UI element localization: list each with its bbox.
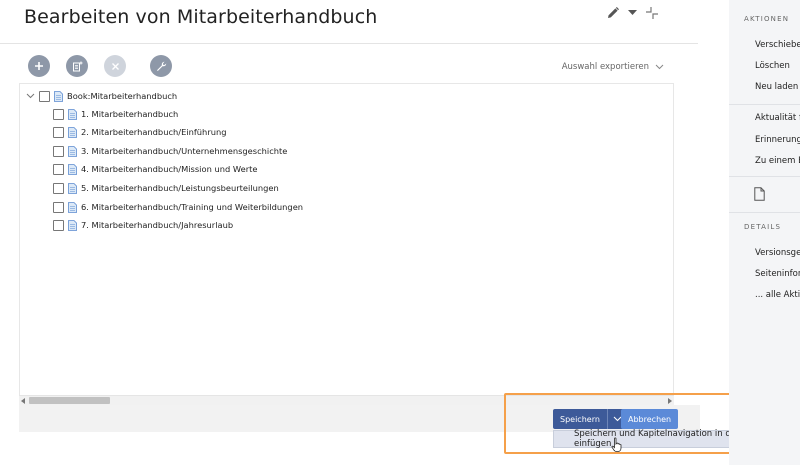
wrench-icon	[156, 61, 166, 71]
sidebar-action-currency[interactable]: Aktualität f	[755, 113, 800, 123]
remove-button[interactable]	[104, 55, 126, 77]
document-icon	[68, 219, 77, 231]
add-page-icon	[72, 61, 82, 71]
tree-checkbox[interactable]	[53, 201, 64, 213]
tree-checkbox[interactable]	[53, 219, 64, 231]
actions-heading: AKTIONEN	[744, 15, 790, 23]
tree-label: 7. Mitarbeiterhandbuch/Jahresurlaub	[81, 220, 234, 230]
tree-panel: Book:Mitarbeiterhandbuch 1. Mitarbeiterh…	[19, 83, 674, 406]
settings-button[interactable]	[150, 55, 172, 77]
tree-checkbox[interactable]	[53, 145, 64, 157]
document-icon	[68, 145, 77, 157]
add-page-button[interactable]	[66, 55, 88, 77]
page-icon[interactable]	[754, 187, 765, 201]
sidebar-action-reminder[interactable]: Erinnerung	[755, 135, 800, 145]
tree-row[interactable]: 5. Mitarbeiterhandbuch/Leistungsbeurteil…	[53, 179, 279, 197]
toolbar	[28, 55, 172, 77]
tree-checkbox[interactable]	[53, 126, 64, 138]
tree-checkbox[interactable]	[53, 108, 64, 120]
sidebar-detail-page-info[interactable]: Seiteninforr	[755, 269, 800, 279]
sidebar-action-add-to-book[interactable]: Zu einem B	[755, 156, 800, 166]
tree-row[interactable]: 2. Mitarbeiterhandbuch/Einführung	[53, 123, 227, 141]
document-icon	[68, 126, 77, 138]
page-title: Bearbeiten von Mitarbeiterhandbuch	[24, 6, 378, 28]
export-label: Auswahl exportieren	[561, 62, 649, 72]
sidebar-action-delete[interactable]: Löschen	[755, 61, 790, 71]
tree-label: Book:Mitarbeiterhandbuch	[67, 91, 178, 101]
tree-label: 1. Mitarbeiterhandbuch	[81, 109, 179, 119]
collapse-icon[interactable]	[645, 6, 659, 20]
tree-checkbox[interactable]	[53, 163, 64, 175]
sidebar-action-move[interactable]: Verschieben	[755, 40, 800, 50]
pencil-icon[interactable]	[606, 6, 620, 20]
close-icon	[111, 62, 119, 70]
tree-label: 5. Mitarbeiterhandbuch/Leistungsbeurteil…	[81, 183, 279, 193]
title-tools	[606, 6, 659, 20]
scrollbar-thumb[interactable]	[29, 397, 110, 404]
sidebar-detail-all-actions[interactable]: ... alle Aktio	[755, 290, 800, 300]
tree-label: 6. Mitarbeiterhandbuch/Training und Weit…	[81, 202, 304, 212]
scroll-left-icon[interactable]	[21, 398, 25, 404]
tree-label: 4. Mitarbeiterhandbuch/Mission und Werte	[81, 164, 258, 174]
add-button[interactable]	[28, 55, 50, 77]
details-heading: DETAILS	[744, 223, 782, 231]
tree-checkbox[interactable]	[53, 182, 64, 194]
tree-label: 2. Mitarbeiterhandbuch/Einführung	[81, 127, 227, 137]
tree-row[interactable]: 4. Mitarbeiterhandbuch/Mission und Werte	[53, 160, 257, 178]
plus-icon	[35, 62, 43, 70]
document-icon	[54, 90, 63, 102]
tree-row[interactable]: 1. Mitarbeiterhandbuch	[53, 105, 178, 123]
tree-row[interactable]: 6. Mitarbeiterhandbuch/Training und Weit…	[53, 198, 303, 216]
sidebar-divider	[729, 104, 800, 105]
chevron-down-icon	[655, 64, 664, 70]
document-icon	[68, 108, 77, 120]
export-selection-dropdown[interactable]: Auswahl exportieren	[562, 62, 664, 72]
document-icon	[68, 182, 77, 194]
tree-row[interactable]: 3. Mitarbeiterhandbuch/Unternehmensgesch…	[53, 142, 287, 160]
sidebar-divider	[729, 176, 800, 177]
sidebar-divider	[729, 212, 800, 213]
tree-label: 3. Mitarbeiterhandbuch/Unternehmensgesch…	[81, 146, 288, 156]
tree-row-root[interactable]: Book:Mitarbeiterhandbuch	[26, 87, 177, 105]
tree-checkbox[interactable]	[39, 90, 50, 102]
title-divider	[0, 43, 698, 44]
right-sidebar: AKTIONEN Verschieben Löschen Neu laden A…	[729, 0, 800, 465]
sidebar-detail-history[interactable]: Versionsges	[755, 248, 800, 258]
sidebar-action-reload[interactable]: Neu laden	[755, 82, 798, 92]
document-icon	[68, 163, 77, 175]
document-icon	[68, 201, 77, 213]
caret-down-icon[interactable]	[628, 10, 637, 16]
chevron-down-icon[interactable]	[26, 93, 36, 99]
tree-row[interactable]: 7. Mitarbeiterhandbuch/Jahresurlaub	[53, 216, 233, 234]
